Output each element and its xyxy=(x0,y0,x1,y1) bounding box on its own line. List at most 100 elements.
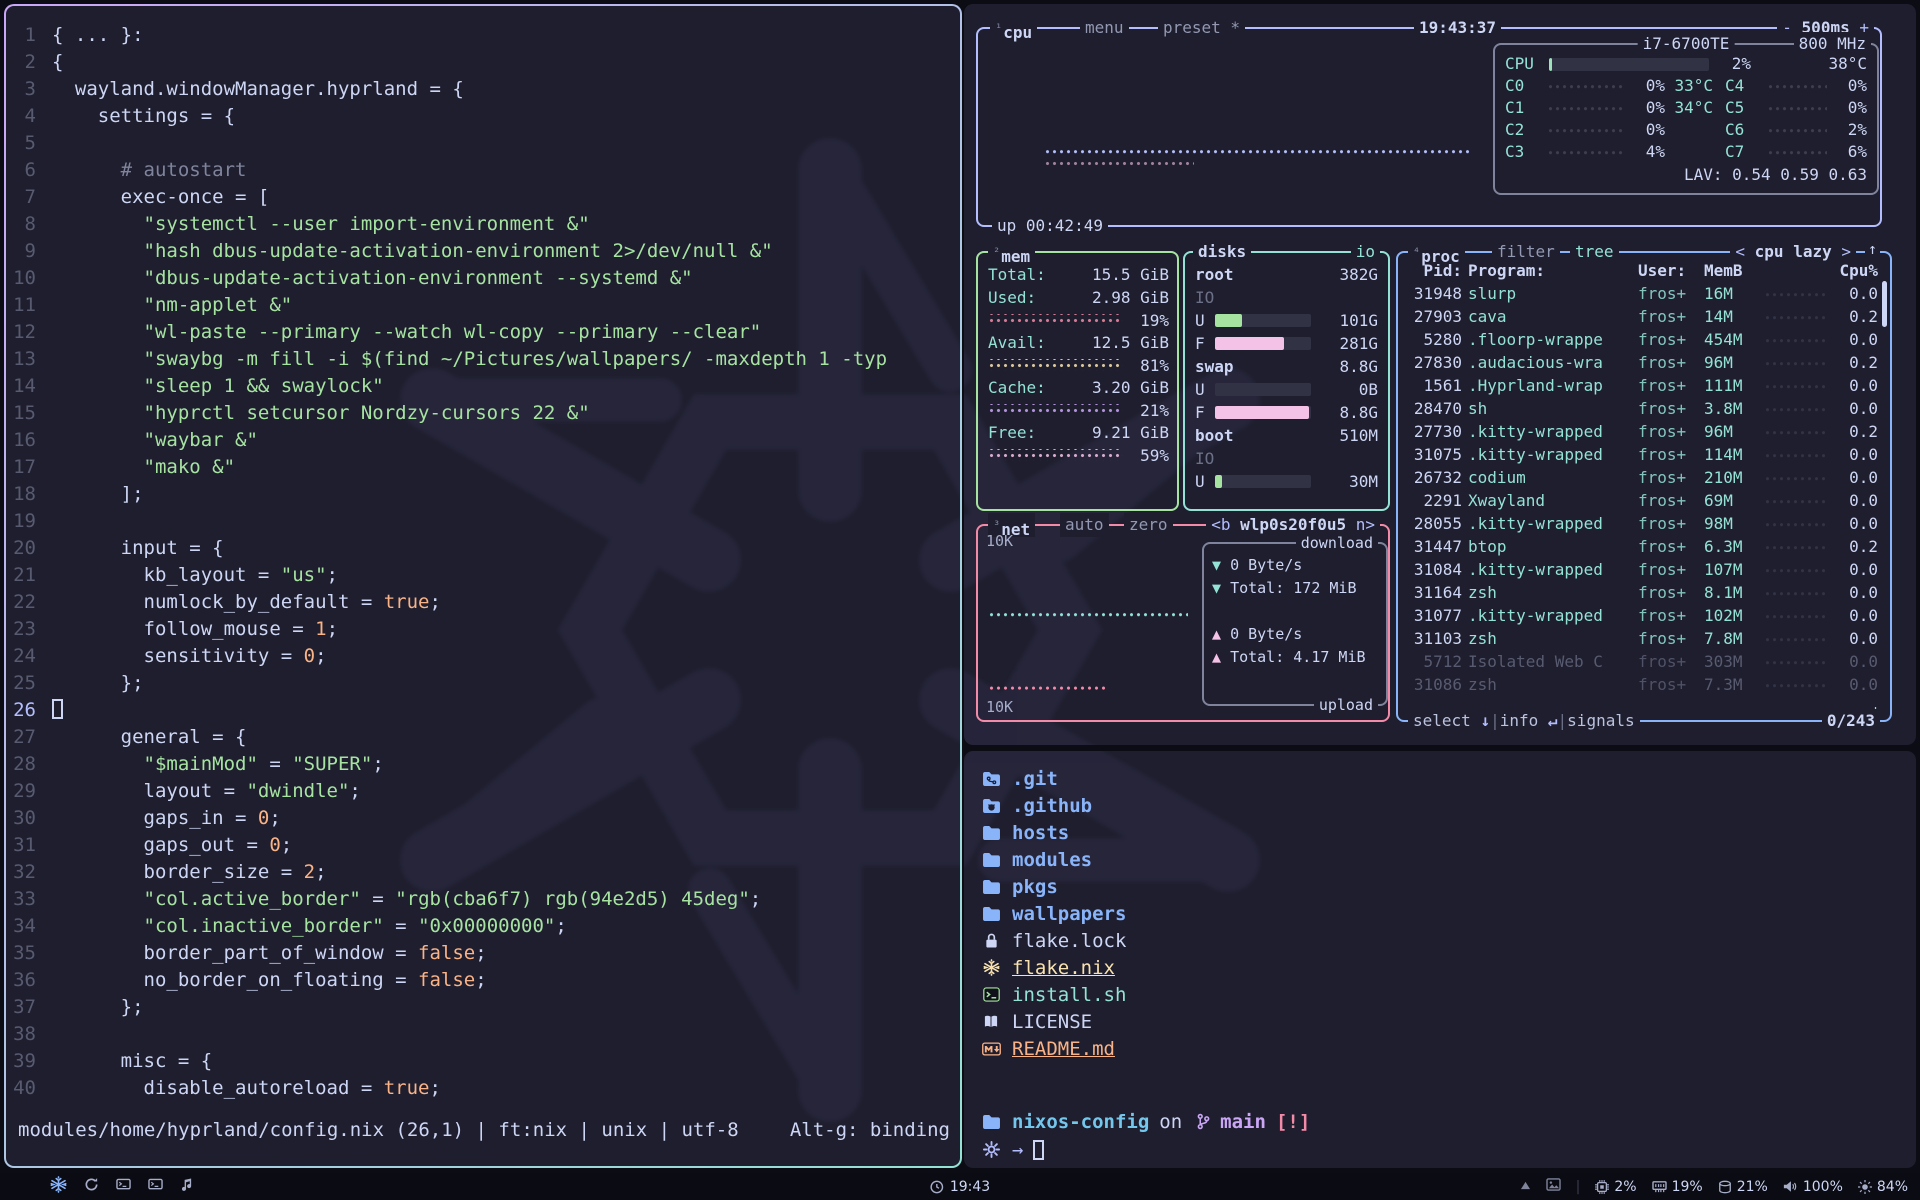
code-line[interactable]: 14 "sleep 1 && swaylock" xyxy=(6,373,960,400)
code-line[interactable]: 39 misc = { xyxy=(6,1048,960,1075)
code-line[interactable]: 37 }; xyxy=(6,994,960,1021)
info-button[interactable]: info ↵ xyxy=(1500,711,1558,730)
code-line[interactable]: 22 numlock_by_default = true; xyxy=(6,589,960,616)
code-line[interactable]: 26 xyxy=(6,697,960,724)
process-row[interactable]: 31103zshfros+7.8M0.0 xyxy=(1398,627,1890,650)
file-row[interactable]: README.md xyxy=(980,1035,1906,1062)
code-line[interactable]: 25 }; xyxy=(6,670,960,697)
code-line[interactable]: 12 "wl-paste --primary --watch wl-copy -… xyxy=(6,319,960,346)
process-row[interactable]: 27903cavafros+14M0.2 xyxy=(1398,305,1890,328)
code-line[interactable]: 35 border_part_of_window = false; xyxy=(6,940,960,967)
code-line[interactable]: 23 follow_mouse = 1; xyxy=(6,616,960,643)
up-arrow-icon[interactable] xyxy=(1520,1179,1531,1195)
code-line[interactable]: 7 exec-once = [ xyxy=(6,184,960,211)
process-panel-title[interactable]: ⁴proc xyxy=(1408,240,1465,264)
volume-module[interactable]: 100% xyxy=(1783,1179,1843,1195)
code-line[interactable]: 10 "dbus-update-activation-environment -… xyxy=(6,265,960,292)
code-line[interactable]: 2{ xyxy=(6,49,960,76)
refresh-icon[interactable] xyxy=(84,1177,99,1196)
image-icon[interactable] xyxy=(1546,1178,1561,1195)
file-row[interactable]: .github xyxy=(980,792,1906,819)
process-row[interactable]: 31077.kitty-wrappedfros+102M0.0 xyxy=(1398,604,1890,627)
process-row[interactable]: 31948slurpfros+16M0.0 xyxy=(1398,282,1890,305)
code-line[interactable]: 34 "col.inactive_border" = "0x00000000"; xyxy=(6,913,960,940)
code-line[interactable]: 17 "mako &" xyxy=(6,454,960,481)
process-row[interactable]: 31086zshfros+7.3M0.0 xyxy=(1398,673,1890,696)
interval-minus-button[interactable]: - xyxy=(1782,18,1792,37)
shell-terminal-window[interactable]: .git.githubhostsmodulespkgswallpapersfla… xyxy=(964,751,1916,1168)
file-row[interactable]: flake.lock xyxy=(980,927,1906,954)
process-row[interactable]: 27730.kitty-wrappedfros+96M0.2 xyxy=(1398,420,1890,443)
code-line[interactable]: 5 xyxy=(6,130,960,157)
code-line[interactable]: 9 "hash dbus-update-activation-environme… xyxy=(6,238,960,265)
disks-panel-title[interactable]: disks xyxy=(1193,240,1251,264)
code-line[interactable]: 3 wayland.windowManager.hyprland = { xyxy=(6,76,960,103)
signals-button[interactable]: signals xyxy=(1567,711,1634,730)
io-mode-button[interactable]: io xyxy=(1351,240,1380,264)
code-line[interactable]: 6 # autostart xyxy=(6,157,960,184)
process-row[interactable]: 27830.audacious-wrafros+96M0.2 xyxy=(1398,351,1890,374)
tree-button[interactable]: tree xyxy=(1570,240,1619,264)
sort-selector[interactable]: < cpu lazy > xyxy=(1730,240,1856,264)
process-row[interactable]: 26732codiumfros+210M0.0 xyxy=(1398,466,1890,489)
shell-input-line[interactable]: → xyxy=(980,1136,1906,1163)
terminal-window-icon[interactable] xyxy=(116,1178,131,1196)
process-row[interactable]: 28055.kitty-wrappedfros+98M0.0 xyxy=(1398,512,1890,535)
net-zero-button[interactable]: zero xyxy=(1124,513,1173,537)
process-row[interactable]: 31075.kitty-wrappedfros+114M0.0 xyxy=(1398,443,1890,466)
code-line[interactable]: 16 "waybar &" xyxy=(6,427,960,454)
process-row[interactable]: 5280.floorp-wrappefros+454M0.0 xyxy=(1398,328,1890,351)
memory-module[interactable]: 19% xyxy=(1652,1179,1703,1195)
file-row[interactable]: install.sh xyxy=(980,981,1906,1008)
code-line[interactable]: 28 "$mainMod" = "SUPER"; xyxy=(6,751,960,778)
code-line[interactable]: 33 "col.active_border" = "rgb(cba6f7) rg… xyxy=(6,886,960,913)
editor-code[interactable]: 1{ ... }:2{3 wayland.windowManager.hyprl… xyxy=(6,22,960,1102)
select-button[interactable]: select ↓ xyxy=(1413,711,1490,730)
code-line[interactable]: 20 input = { xyxy=(6,535,960,562)
code-line[interactable]: 1{ ... }: xyxy=(6,22,960,49)
net-auto-button[interactable]: auto xyxy=(1060,513,1109,537)
scroll-up-indicator[interactable]: ↑ xyxy=(1865,240,1880,258)
process-row[interactable]: 1561.Hyprland-wrapfros+111M0.0 xyxy=(1398,374,1890,397)
code-line[interactable]: 18 ]; xyxy=(6,481,960,508)
process-row[interactable]: 2291Xwaylandfros+69M0.0 xyxy=(1398,489,1890,512)
disk-module[interactable]: 21% xyxy=(1718,1179,1768,1195)
file-row[interactable]: modules xyxy=(980,846,1906,873)
file-row[interactable]: hosts xyxy=(980,819,1906,846)
brightness-module[interactable]: 84% xyxy=(1858,1179,1908,1195)
music-icon[interactable] xyxy=(180,1178,193,1196)
file-row[interactable]: LICENSE xyxy=(980,1008,1906,1035)
terminal-window-icon[interactable] xyxy=(148,1178,163,1196)
process-row[interactable]: 5712Isolated Web Cfros+303M0.0 xyxy=(1398,650,1890,673)
code-line[interactable]: 36 no_border_on_floating = false; xyxy=(6,967,960,994)
code-line[interactable]: 29 layout = "dwindle"; xyxy=(6,778,960,805)
process-row[interactable]: 31164zshfros+8.1M0.0 xyxy=(1398,581,1890,604)
file-row[interactable]: wallpapers xyxy=(980,900,1906,927)
file-row[interactable]: flake.nix xyxy=(980,954,1906,981)
code-line[interactable]: 32 border_size = 2; xyxy=(6,859,960,886)
code-line[interactable]: 40 disable_autoreload = true; xyxy=(6,1075,960,1102)
code-line[interactable]: 4 settings = { xyxy=(6,103,960,130)
menu-button[interactable]: menu xyxy=(1080,16,1129,40)
code-line[interactable]: 11 "nm-applet &" xyxy=(6,292,960,319)
editor-window[interactable]: 1{ ... }:2{3 wayland.windowManager.hyprl… xyxy=(6,6,960,1166)
code-line[interactable]: 31 gaps_out = 0; xyxy=(6,832,960,859)
file-row[interactable]: .git xyxy=(980,765,1906,792)
code-line[interactable]: 27 general = { xyxy=(6,724,960,751)
code-line[interactable]: 24 sensitivity = 0; xyxy=(6,643,960,670)
process-row[interactable]: 31084.kitty-wrappedfros+107M0.0 xyxy=(1398,558,1890,581)
memory-panel-title[interactable]: ²mem xyxy=(988,240,1035,264)
filter-button[interactable]: filter xyxy=(1492,240,1560,264)
preset-button[interactable]: preset * xyxy=(1158,16,1245,40)
cpu-module[interactable]: 2% xyxy=(1595,1179,1636,1195)
code-line[interactable]: 21 kb_layout = "us"; xyxy=(6,562,960,589)
code-line[interactable]: 19 xyxy=(6,508,960,535)
process-row[interactable]: 31447btopfros+6.3M0.2 xyxy=(1398,535,1890,558)
process-row[interactable]: 28470shfros+3.8M0.0 xyxy=(1398,397,1890,420)
code-line[interactable]: 15 "hyprctl setcursor Nordzy-cursors 22 … xyxy=(6,400,960,427)
code-line[interactable]: 38 xyxy=(6,1021,960,1048)
btop-window[interactable]: ¹cpu menu preset * 19:43:37 - 500ms + up… xyxy=(964,4,1916,745)
process-scrollbar[interactable] xyxy=(1882,281,1887,327)
cpu-panel-title[interactable]: ¹cpu xyxy=(990,16,1037,40)
file-row[interactable]: pkgs xyxy=(980,873,1906,900)
